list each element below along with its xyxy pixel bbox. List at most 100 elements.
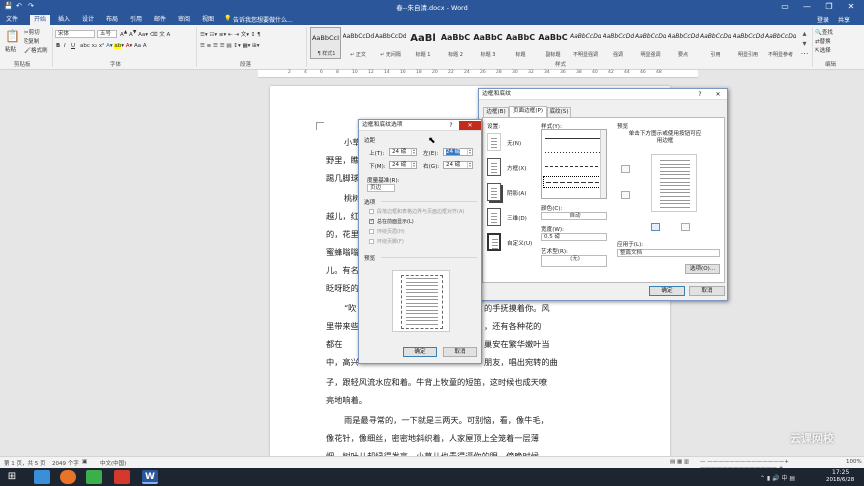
spinner-arrows-icon[interactable]: ▴ ▾ (467, 161, 472, 168)
style-dotted[interactable] (545, 152, 600, 153)
underline-button[interactable]: U (71, 43, 75, 49)
spinner-arrows-icon[interactable]: ▴ ▾ (411, 148, 416, 155)
app-icon-word[interactable]: W (142, 470, 158, 484)
document-line-fragment[interactable]: 朋友，唱出宛转的曲 (484, 356, 558, 368)
document-line-fragment[interactable]: 的手抚摸着你。风 (484, 302, 550, 314)
horizontal-ruler[interactable]: 2 4 6 8 10 12 14 16 18 20 22 24 26 28 30 32 34 36 38 40 42 44… (258, 70, 698, 78)
close-icon[interactable]: ✕ (842, 1, 860, 12)
cut-button[interactable]: ✂剪切 (24, 28, 40, 36)
tab-file[interactable]: 文件 (0, 15, 24, 25)
spinner-arrows-icon[interactable]: ▴ ▾ (467, 148, 472, 155)
document-line[interactable]: 野里，瞧 (326, 154, 359, 166)
windows-start-icon[interactable]: ⊞ (4, 470, 20, 484)
style-solid[interactable] (545, 138, 600, 139)
help-icon[interactable]: ? (445, 121, 457, 130)
setting-label-0[interactable]: 无(N) (507, 139, 521, 147)
bottom-margin-spinner[interactable]: 24 磅 ▴ ▾ (389, 161, 417, 169)
app-icon-recorder[interactable] (114, 470, 130, 484)
view-mode-icons[interactable]: ▤ ▦ ▥ (670, 459, 689, 465)
setting-box-icon[interactable] (487, 158, 501, 176)
style-item[interactable]: AaBbC 标题 3 (473, 27, 504, 59)
restore-icon[interactable]: ❐ (820, 1, 838, 12)
style-item[interactable]: AaBbCcDd 明显引用 (733, 27, 764, 59)
document-line[interactable]: 眨呀眨的 (326, 282, 359, 294)
ok-button[interactable]: 确定 (403, 347, 437, 357)
style-scrollbar[interactable] (600, 130, 606, 198)
style-item[interactable]: AaBbCcI ¶ 样式1 (310, 27, 341, 59)
setting-3d-icon[interactable] (487, 208, 501, 226)
document-line[interactable]: 里带来些 (326, 320, 359, 332)
dialog-close-icon[interactable]: ✕ (459, 121, 481, 130)
clock-date[interactable]: 2018/6/28 (826, 477, 854, 483)
gallery-more-icon[interactable]: ⋯ (800, 49, 809, 58)
setting-label-4[interactable]: 自定义(U) (507, 239, 532, 247)
document-line[interactable]: 踢几脚球 (326, 172, 359, 184)
style-item[interactable]: AaBbC 副标题 (538, 27, 569, 59)
clock-time[interactable]: 17:25 (832, 469, 849, 476)
font-effects-icons[interactable]: abc x₂ x² A▾ ab▾ A▾ Aa A (80, 43, 147, 49)
language-indicator[interactable]: 中文(中国) (100, 459, 126, 467)
style-item[interactable]: AaBbC 标题 2 (440, 27, 471, 59)
tab-view[interactable]: 视图 (198, 15, 218, 25)
ribbon-display-icon[interactable]: ▭ (776, 1, 794, 12)
style-dashed[interactable] (545, 166, 600, 167)
page-count[interactable]: 第 1 页，共 5 页 (4, 459, 46, 467)
dialog-close-icon[interactable]: ✕ (709, 90, 727, 99)
tab-review[interactable]: 审阅 (174, 15, 194, 25)
setting-label-2[interactable]: 阴影(A) (507, 189, 526, 197)
setting-none-icon[interactable] (487, 133, 501, 151)
line-style-list[interactable] (541, 129, 607, 199)
tab-borders[interactable]: 边框(B) (483, 107, 509, 117)
find-button[interactable]: 🔍查找 (815, 28, 833, 36)
app-icon-firefox[interactable] (60, 470, 76, 484)
right-margin-spinner[interactable]: 24 磅 ▴ ▾ (443, 161, 473, 169)
style-item[interactable]: AaBbCcDd 不明显强调 (570, 27, 601, 59)
minimize-icon[interactable]: — (798, 1, 816, 12)
sign-in-link[interactable]: 登录 (817, 15, 829, 24)
setting-shadow-icon[interactable] (487, 183, 501, 201)
font-size-combo[interactable]: 五号 (97, 30, 117, 38)
document-line[interactable]: 越儿，红 (326, 210, 359, 222)
top-border-button[interactable] (621, 165, 630, 173)
cancel-button[interactable]: 取消 (689, 286, 725, 296)
style-selected[interactable] (543, 176, 601, 188)
list-icons[interactable]: ☰▾ ☷▾ ≡▾ ⇤ ⇥ 文▾ ↕ ¶ (200, 30, 261, 38)
options-button[interactable]: 选项(O)... (685, 264, 720, 274)
word-count[interactable]: 2049 个字 (52, 459, 79, 467)
document-line-fragment[interactable]: ，还有各种花的 (484, 320, 541, 332)
cancel-button[interactable]: 取消 (443, 347, 477, 357)
app-icon-camtasia[interactable] (86, 470, 102, 484)
style-item[interactable]: AaBl 标题 1 (408, 27, 439, 59)
gallery-up-icon[interactable]: ▴ (800, 29, 809, 38)
document-line[interactable]: 亮地响着。 (326, 394, 367, 406)
app-icon-explorer[interactable] (34, 470, 50, 484)
right-border-button[interactable] (681, 223, 690, 231)
paste-icon[interactable]: 📋 (5, 29, 20, 43)
art-select[interactable]: (无) (541, 255, 607, 267)
document-line[interactable]: “吹 (344, 302, 356, 314)
apply-select[interactable]: 整篇文档 (617, 249, 720, 257)
style-item[interactable]: AaBbCcDd 要点 (668, 27, 699, 59)
tab-page-border[interactable]: 页面边框(P) (509, 106, 547, 117)
tab-references[interactable]: 引用 (126, 15, 146, 25)
measure-select[interactable]: 页边 (367, 184, 395, 192)
proofing-icon[interactable]: ▣ (82, 459, 87, 465)
style-item[interactable]: AaBbC 标题 (505, 27, 536, 59)
style-item[interactable]: AaBbCcDd 引用 (700, 27, 731, 59)
setting-label-3[interactable]: 三维(D) (507, 214, 527, 222)
setting-label-1[interactable]: 方框(X) (507, 164, 526, 172)
format-painter-button[interactable]: 🖌格式刷 (24, 46, 48, 54)
tab-layout[interactable]: 布局 (102, 15, 122, 25)
document-line[interactable]: 儿。有名 (326, 264, 359, 276)
spinner-arrows-icon[interactable]: ▴ ▾ (411, 161, 416, 168)
document-line[interactable]: 都在 (326, 338, 342, 350)
copy-button[interactable]: ⎘复制 (24, 37, 39, 46)
italic-button[interactable]: I (64, 43, 66, 49)
style-item[interactable]: AaBbCcDd ↵ 正文 (343, 27, 374, 59)
paste-button[interactable]: 粘贴 (5, 45, 16, 53)
tab-home[interactable]: 开始 (30, 15, 50, 25)
color-select[interactable]: 自动 (541, 212, 607, 220)
document-line[interactable]: 像花针，像细丝，密密地斜织着，人家屋顶上全笼着一层薄 (326, 432, 539, 444)
top-margin-spinner[interactable]: 24 磅 ▴ ▾ (389, 148, 417, 156)
style-item[interactable]: AaBbCcDd 强调 (603, 27, 634, 59)
